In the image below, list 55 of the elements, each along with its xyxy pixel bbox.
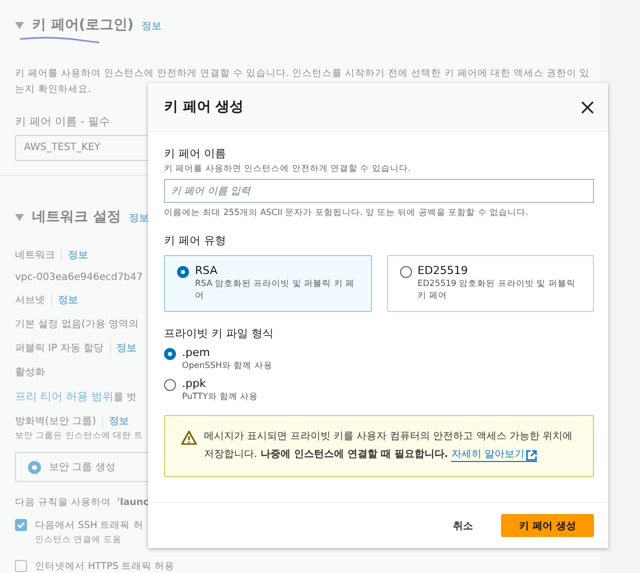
option-description: PuTTY와 함께 사용 xyxy=(182,391,258,403)
field-label: 키 페어 이름 - 필수 xyxy=(15,114,111,129)
cancel-button[interactable]: 취소 xyxy=(447,514,480,536)
radio-button[interactable] xyxy=(164,348,176,360)
checkbox-label: 인터넷에서 HTTPS 트래픽 허용 xyxy=(35,560,174,573)
field-label: 퍼블릭 IP 자동 할당 xyxy=(15,342,104,355)
option-description: ED25519 암호화된 프라이빗 및 퍼블릭 키 페어 xyxy=(418,278,576,302)
field-label: 키 페어 이름 xyxy=(164,146,227,161)
field-label: 네트워크 xyxy=(15,249,55,262)
info-link[interactable]: 정보 xyxy=(108,414,129,428)
option-label: .pem xyxy=(182,346,211,359)
info-link[interactable]: 정보 xyxy=(142,19,162,33)
field-value: vpc-003ea6e946ecd7b47 xyxy=(15,272,143,283)
option-description: OpenSSH와 함께 사용 xyxy=(182,360,272,372)
key-type-option[interactable]: ED25519 ED25519 암호화된 프라이빗 및 퍼블릭 키 페어 xyxy=(386,255,594,312)
learn-more-link[interactable]: 자세히 알아보기 xyxy=(451,449,538,462)
dialog-title: 키 페어 생성 xyxy=(164,98,244,116)
info-link[interactable]: 정보 xyxy=(116,341,137,355)
rule-text: 다음 규칙을 사용하여 'launc xyxy=(15,496,150,509)
hint-text: 보안 그룹은 인스턴스에 대한 트 xyxy=(15,430,143,442)
section-title: 네트워크 설정 xyxy=(32,208,121,226)
checkbox[interactable] xyxy=(15,519,27,531)
create-key-pair-button[interactable]: 키 페어 생성 xyxy=(501,514,594,537)
hint-text: 인스턴스 연결에 도움 xyxy=(35,534,122,546)
field-label: 서브넷 xyxy=(15,294,45,307)
external-link-icon xyxy=(526,450,538,460)
radio-button[interactable] xyxy=(28,460,41,474)
field-description: 키 페어를 사용하면 인스턴스에 안전하게 연결할 수 있습니다. xyxy=(164,163,412,175)
section-description: 키 페어를 사용하여 인스턴스에 안전하게 연결할 수 있습니다. 인스턴스를 시작하기 전에 선택한 키 페어에 대한 액세스 권한이 있는지 확인하세요. xyxy=(15,67,590,97)
field-constraint: 이름에는 최대 255개의 ASCII 문자가 포함됩니다. 앞 또는 뒤에 공백을 포함할 수 없습니다. xyxy=(164,207,530,219)
key-type-option[interactable]: RSA RSA 암호화된 프라이빗 및 퍼블릭 키 페어 xyxy=(164,255,372,312)
info-link[interactable]: 정보 xyxy=(58,293,78,307)
note-text: 를 벗 xyxy=(114,390,137,404)
key-pair-name-input[interactable]: 키 페어 이름 입력 xyxy=(164,179,594,203)
section-title: 키 페어(로그인) xyxy=(32,16,134,34)
radio-button[interactable] xyxy=(177,266,189,278)
checkbox[interactable] xyxy=(15,560,27,572)
info-link[interactable]: 정보 xyxy=(128,211,149,225)
option-description: RSA 암호화된 프라이빗 및 퍼블릭 키 페어 xyxy=(195,278,356,302)
radio-button[interactable] xyxy=(400,266,412,278)
close-icon[interactable] xyxy=(581,100,594,114)
option-label: .ppk xyxy=(182,377,207,390)
radio-button[interactable] xyxy=(164,379,176,391)
warning-icon xyxy=(181,430,197,445)
field-label: 키 페어 유형 xyxy=(164,233,227,248)
field-value: 기본 설정 없음(가용 영역의 xyxy=(15,318,138,331)
option-label: RSA xyxy=(195,264,218,277)
option-label: ED25519 xyxy=(418,264,469,277)
option-label: 보안 그룹 생성 xyxy=(49,461,116,474)
field-value: 활성화 xyxy=(15,366,45,379)
info-link[interactable]: 정보 xyxy=(68,248,88,262)
field-label: 방화벽(보안 그룹) xyxy=(15,415,96,428)
free-tier-link[interactable]: 프리 티어 허용 범위 xyxy=(15,389,114,404)
field-label: 프라이빗 키 파일 형식 xyxy=(164,326,274,341)
checkbox-label: 다음에서 SSH 트래픽 허 xyxy=(35,519,144,532)
